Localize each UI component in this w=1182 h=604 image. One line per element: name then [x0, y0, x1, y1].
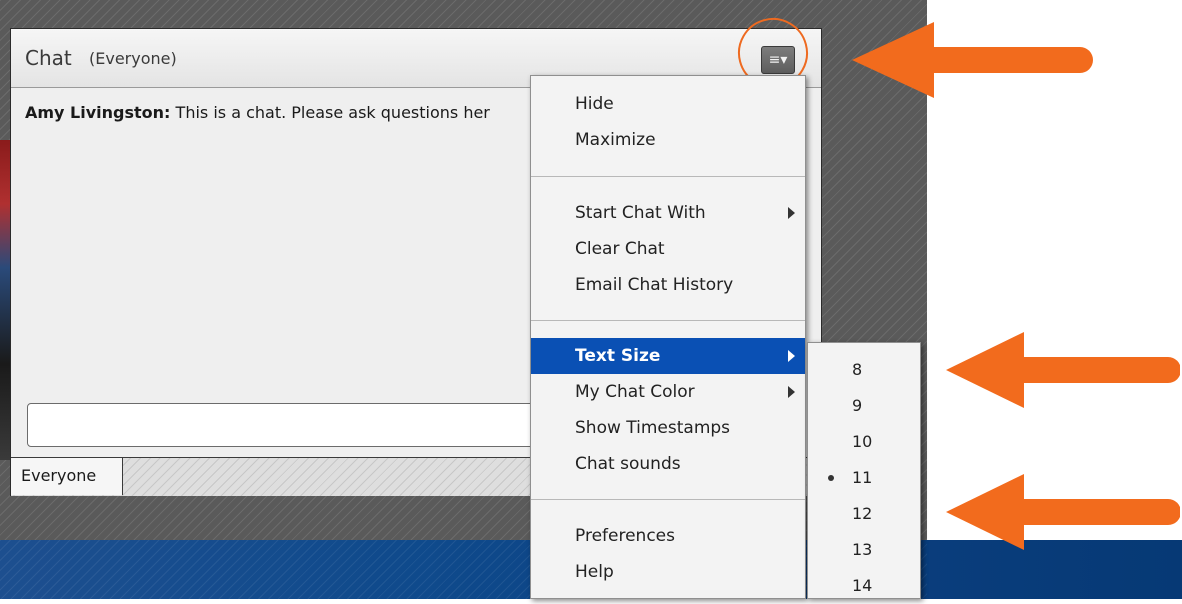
menu-separator	[531, 320, 805, 321]
pod-options-menu: Hide Maximize Start Chat With Clear Chat…	[530, 75, 806, 599]
menu-item-chat-sounds[interactable]: Chat sounds	[531, 446, 805, 482]
text-size-submenu: 8 9 10 11 12 13 14	[807, 342, 921, 599]
text-size-option-10[interactable]: 10	[808, 424, 920, 460]
menu-item-start-chat-with[interactable]: Start Chat With	[531, 195, 805, 231]
text-size-option-9[interactable]: 9	[808, 388, 920, 424]
menu-item-hide[interactable]: Hide	[531, 86, 805, 122]
submenu-arrow-icon	[788, 350, 795, 362]
tab-everyone[interactable]: Everyone	[11, 458, 123, 495]
text-size-option-12[interactable]: 12	[808, 496, 920, 532]
text-size-option-8[interactable]: 8	[808, 352, 920, 388]
menu-item-help[interactable]: Help	[531, 554, 805, 590]
submenu-arrow-icon	[788, 386, 795, 398]
menu-item-my-chat-color[interactable]: My Chat Color	[531, 374, 805, 410]
chat-title: Chat	[25, 46, 72, 70]
chat-message: Amy Livingston: This is a chat. Please a…	[25, 103, 490, 122]
menu-item-text-size[interactable]: Text Size	[531, 338, 805, 374]
message-author: Amy Livingston:	[25, 103, 171, 122]
annotation-arrow-bottom	[946, 474, 1180, 550]
chat-subtitle: (Everyone)	[89, 49, 177, 68]
chat-input-field[interactable]	[27, 403, 537, 447]
submenu-arrow-icon	[788, 207, 795, 219]
message-text: This is a chat. Please ask questions her	[170, 103, 490, 122]
annotation-arrow-top	[852, 22, 1093, 98]
menu-item-clear-chat[interactable]: Clear Chat	[531, 231, 805, 267]
left-edge-strip	[0, 140, 10, 460]
text-size-option-11[interactable]: 11	[808, 460, 920, 496]
menu-item-maximize[interactable]: Maximize	[531, 122, 805, 158]
text-size-option-13[interactable]: 13	[808, 532, 920, 568]
menu-item-preferences[interactable]: Preferences	[531, 518, 805, 554]
menu-separator	[531, 499, 805, 500]
selected-bullet-icon	[828, 475, 834, 481]
menu-item-email-chat-history[interactable]: Email Chat History	[531, 267, 805, 303]
menu-item-show-timestamps[interactable]: Show Timestamps	[531, 410, 805, 446]
annotation-arrow-middle	[946, 332, 1180, 408]
menu-separator	[531, 176, 805, 177]
